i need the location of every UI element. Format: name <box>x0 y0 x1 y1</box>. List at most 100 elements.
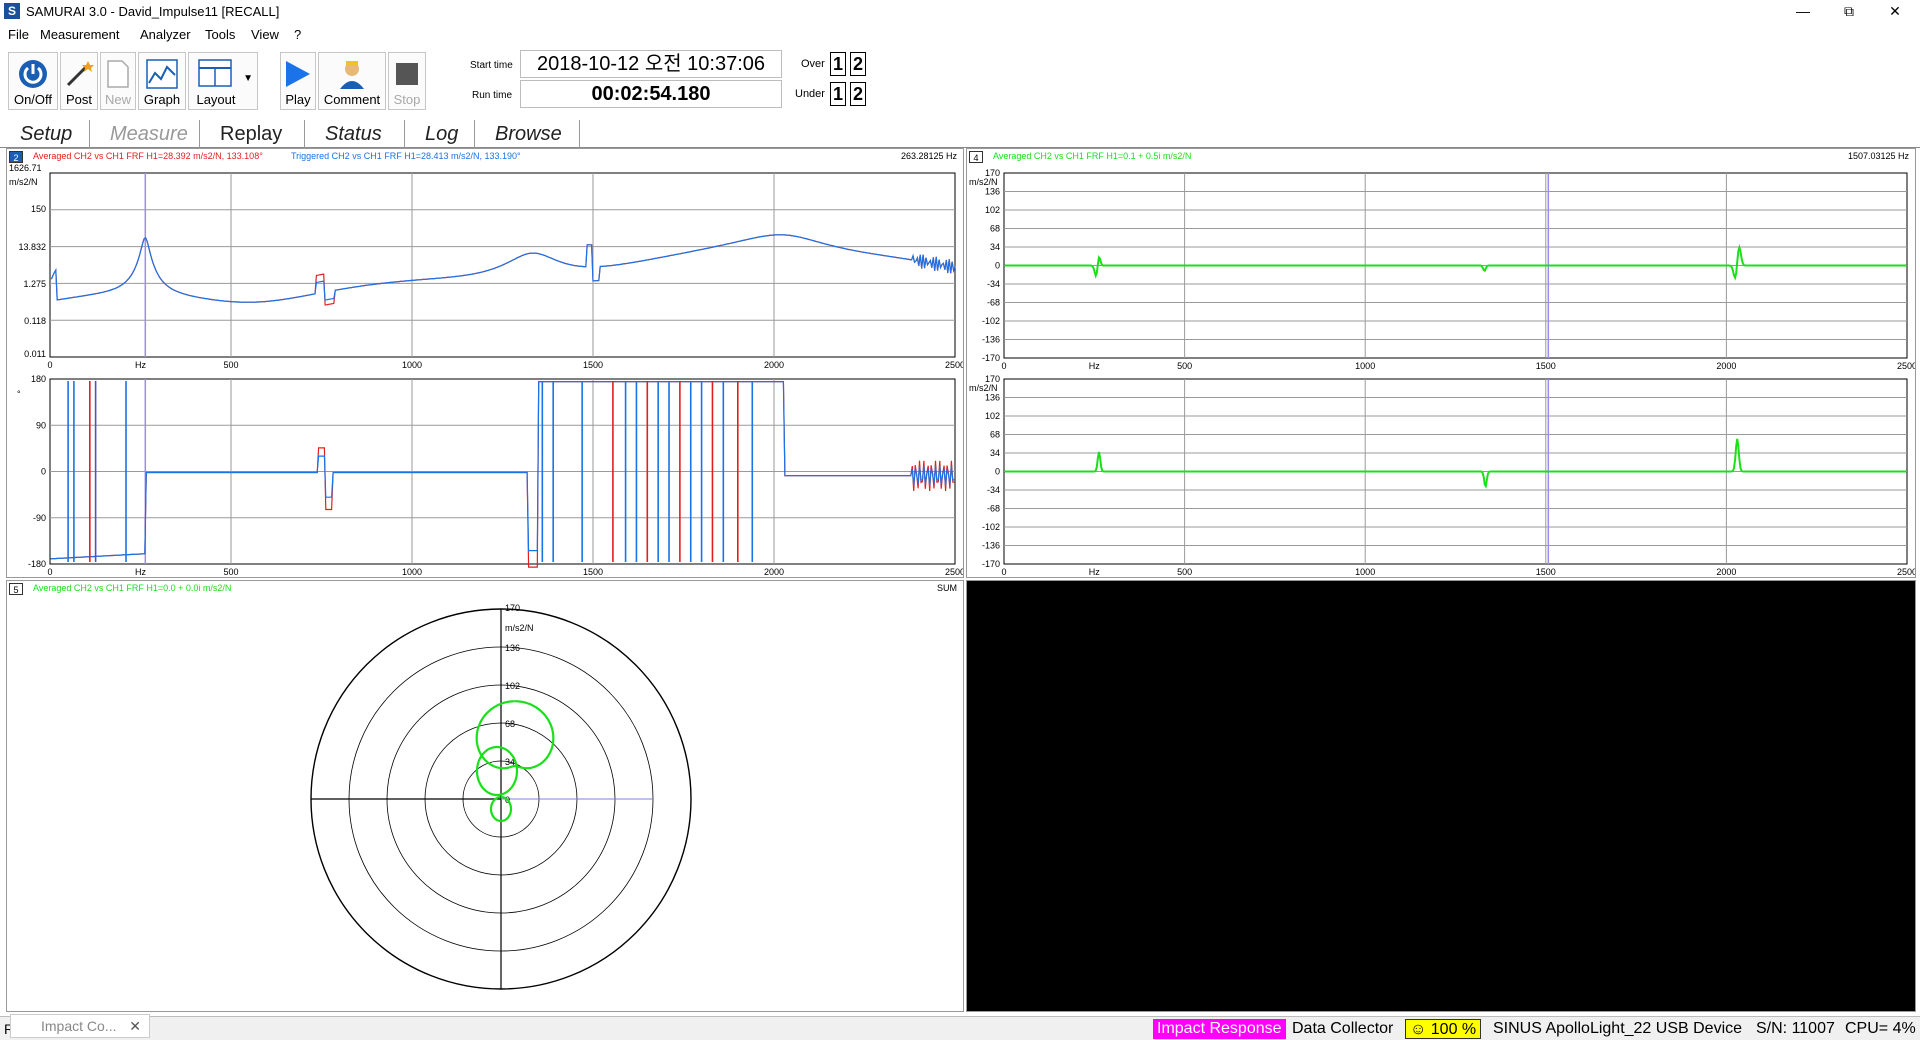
polar-plot[interactable]: 170m/s2/N13610268340 <box>7 581 963 1011</box>
real-ytick: 170 <box>985 168 1000 178</box>
dropdown-arrow-icon[interactable]: ▼ <box>243 73 253 84</box>
imag-unit: m/s2/N <box>969 383 998 393</box>
mag-ytick: 1.275 <box>23 279 46 289</box>
imag-xtick: 500 <box>1177 567 1192 577</box>
stop-icon <box>396 63 418 85</box>
real-ytick: 136 <box>985 187 1000 197</box>
graph-label: Graph <box>143 92 181 107</box>
real-imag-plot[interactable]: m/s2/N17013610268340-34-68-102-136-1700 H… <box>967 149 1915 577</box>
play-button[interactable]: Play <box>280 52 316 110</box>
toolbar: On/Off Post New Graph ▼ Layout Play Comm… <box>0 48 1920 112</box>
phase-xtick: 1500 <box>583 567 603 577</box>
run-time-value: 00:02:54.180 <box>520 80 782 108</box>
panel-5-number: 5 <box>9 583 23 595</box>
trace-real-imag-label: Averaged CH2 vs CH1 FRF H1=0.1 + 0.5i m/… <box>993 151 1192 161</box>
real-xtick: 2500 <box>1897 361 1915 371</box>
imag-xtick: Hz <box>1089 567 1100 577</box>
mag-ytick: 0.118 <box>24 316 46 326</box>
device-name: SINUS ApolloLight_22 USB Device <box>1493 1020 1743 1037</box>
collector-indicator: Data Collector <box>1292 1020 1394 1037</box>
imag-ytick: 34 <box>990 448 1000 458</box>
minimize-button[interactable]: — <box>1780 0 1826 24</box>
imag-ytick: -136 <box>982 541 1000 551</box>
real-ytick: 102 <box>985 205 1000 215</box>
phase-xtick: 2000 <box>764 567 784 577</box>
mag-xtick: 0 <box>47 360 52 370</box>
phase-xtick: 2500 <box>945 567 963 577</box>
menu-view[interactable]: View <box>251 27 279 42</box>
phase-xtick: 500 <box>223 567 238 577</box>
imag-ytick: 136 <box>985 393 1000 403</box>
tab-bar: Setup Measure Replay Status Log Browse <box>0 116 1920 148</box>
stop-button[interactable]: Stop <box>388 52 426 110</box>
comment-label: Comment <box>323 92 381 107</box>
mag-xtick: Hz <box>135 360 146 370</box>
graph-icon <box>146 59 178 89</box>
tab-browse[interactable]: Browse <box>485 120 580 148</box>
layout-button[interactable]: ▼ Layout <box>188 52 258 110</box>
menu-file[interactable]: File <box>8 27 29 42</box>
magic-wand-icon <box>66 61 94 87</box>
tab-setup[interactable]: Setup <box>10 120 90 148</box>
real-ytick: -136 <box>982 335 1000 345</box>
phase-xtick: 1000 <box>402 567 422 577</box>
imag-ytick: 102 <box>985 411 1000 421</box>
menu-measurement[interactable]: Measurement <box>40 27 119 42</box>
under-ch1-indicator: 1 <box>830 82 846 106</box>
panel-real-imag: m/s2/N 170 136 102 68 34 0 -34 -68 -102 -136 -170 0 H… <box>966 148 1916 578</box>
play-icon <box>286 61 310 87</box>
polar-rtick: 136 <box>505 643 520 653</box>
mag-xtick: 500 <box>223 360 238 370</box>
real-xtick: 2000 <box>1716 361 1736 371</box>
imag-ytick: -34 <box>987 485 1000 495</box>
real-ytick: -68 <box>987 298 1000 308</box>
start-time-label: Start time <box>470 60 513 71</box>
close-icon[interactable]: ✕ <box>129 1015 141 1037</box>
imag-ytick: -68 <box>987 504 1000 514</box>
over-ch1-indicator: 1 <box>830 52 846 76</box>
mag-xtick: 1000 <box>402 360 422 370</box>
comment-person-icon <box>340 61 364 89</box>
imag-ytick: -102 <box>982 522 1000 532</box>
tab-measure[interactable]: Measure <box>100 120 200 148</box>
status-bar: R Impact Response Data Collector ☺ 100 %… <box>0 1016 1920 1040</box>
mag-ytick: 13.832 <box>18 242 46 252</box>
floating-tab[interactable]: Impact Co... ✕ <box>10 1014 150 1038</box>
imag-xtick: 1500 <box>1536 567 1556 577</box>
document-icon <box>107 60 129 88</box>
imag-ytick: 170 <box>985 374 1000 384</box>
run-time-label: Run time <box>472 90 513 101</box>
real-ytick: -170 <box>982 353 1000 363</box>
comment-button[interactable]: Comment <box>318 52 386 110</box>
layout-icon <box>198 59 232 87</box>
under-label: Under <box>795 88 825 100</box>
menu-analyzer[interactable]: Analyzer <box>140 27 191 42</box>
imag-ytick: 0 <box>995 467 1000 477</box>
close-button[interactable]: ✕ <box>1872 0 1918 24</box>
phase-ytick: 180 <box>31 374 46 384</box>
phase-unit: ° <box>17 389 21 399</box>
post-button[interactable]: Post <box>60 52 98 110</box>
phase-ytick: -180 <box>28 559 46 569</box>
tab-replay[interactable]: Replay <box>210 120 305 148</box>
menu-help[interactable]: ? <box>294 27 301 42</box>
menu-tools[interactable]: Tools <box>205 27 235 42</box>
panel-polar: 170 m/s2/N 136 102 68 34 0 5 Averaged CH2 vs C… <box>6 580 964 1012</box>
new-button[interactable]: New <box>100 52 136 110</box>
onoff-button[interactable]: On/Off <box>8 52 58 110</box>
imag-xtick: 2500 <box>1897 567 1915 577</box>
tab-status[interactable]: Status <box>315 120 405 148</box>
bode-plot[interactable]: 1626.71m/s2/N15013.8321.2750.1180.0110 Hz… <box>7 149 963 577</box>
layout-label: Layout <box>196 92 236 107</box>
tab-log[interactable]: Log <box>415 120 475 148</box>
window-title: SAMURAI 3.0 - David_Impulse11 [RECALL] <box>26 4 280 19</box>
onoff-label: On/Off <box>13 92 53 107</box>
trace-polar-label: Averaged CH2 vs CH1 FRF H1=0.0 + 0.0i m/… <box>33 583 232 593</box>
panel-4-number: 4 <box>969 151 983 163</box>
graph-button[interactable]: Graph <box>138 52 186 110</box>
battery-indicator: ☺ 100 % <box>1405 1019 1482 1039</box>
mag-top-tick: 1626.71 <box>9 163 42 173</box>
maximize-button[interactable]: ⧉ <box>1826 0 1872 24</box>
phase-ytick: 0 <box>41 467 46 477</box>
cursor-frequency-4: 1507.03125 Hz <box>1847 151 1909 161</box>
